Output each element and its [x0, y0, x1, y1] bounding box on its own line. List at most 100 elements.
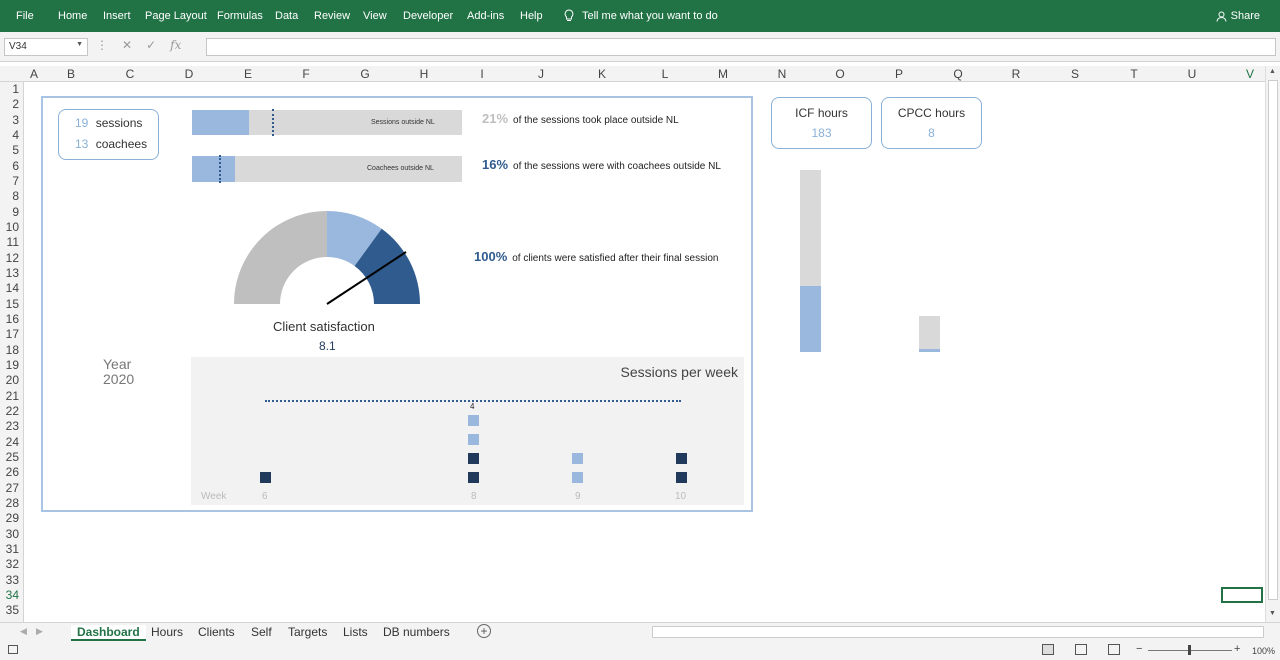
- row-header[interactable]: 29: [6, 511, 19, 525]
- scroll-thumb[interactable]: [1268, 80, 1278, 600]
- row-header[interactable]: 1: [12, 82, 19, 96]
- row-header[interactable]: 23: [6, 419, 19, 433]
- row-header[interactable]: 33: [6, 573, 19, 587]
- ribbon-tab-developer[interactable]: Developer: [403, 10, 453, 22]
- zoom-slider-thumb[interactable]: [1188, 645, 1191, 655]
- row-header[interactable]: 8: [12, 189, 19, 203]
- name-box[interactable]: V34 ▼: [4, 38, 88, 56]
- enter-icon[interactable]: ✓: [146, 38, 156, 52]
- formula-input[interactable]: [206, 38, 1276, 56]
- col-header[interactable]: R: [1012, 67, 1021, 81]
- tell-me-search[interactable]: Tell me what you want to do: [564, 9, 718, 22]
- row-header[interactable]: 16: [6, 312, 19, 326]
- row-header[interactable]: 14: [6, 281, 19, 295]
- col-header[interactable]: T: [1130, 67, 1137, 81]
- col-header[interactable]: L: [662, 67, 669, 81]
- row-header[interactable]: 4: [12, 128, 19, 142]
- col-header[interactable]: A: [30, 67, 38, 81]
- col-header[interactable]: E: [244, 67, 252, 81]
- ribbon-tab-page-layout[interactable]: Page Layout: [145, 10, 207, 22]
- tab-targets[interactable]: Targets: [288, 625, 327, 639]
- ribbon-tab-data[interactable]: Data: [275, 10, 298, 22]
- ribbon-tab-review[interactable]: Review: [314, 10, 350, 22]
- col-header[interactable]: J: [538, 67, 544, 81]
- row-header[interactable]: 2: [12, 97, 19, 111]
- tab-dashboard[interactable]: Dashboard: [71, 625, 146, 641]
- row-header[interactable]: 25: [6, 450, 19, 464]
- row-header[interactable]: 19: [6, 358, 19, 372]
- row-header[interactable]: 17: [6, 327, 19, 341]
- col-header[interactable]: C: [126, 67, 135, 81]
- row-header-selected[interactable]: 34: [6, 588, 19, 602]
- row-header[interactable]: 3: [12, 113, 19, 127]
- row-header[interactable]: 32: [6, 557, 19, 571]
- ribbon-tab-add-ins[interactable]: Add-ins: [467, 10, 504, 22]
- row-header[interactable]: 31: [6, 542, 19, 556]
- tab-db-numbers[interactable]: DB numbers: [383, 625, 450, 639]
- zoom-in-button[interactable]: +: [1234, 643, 1240, 655]
- col-header[interactable]: U: [1188, 67, 1197, 81]
- ribbon-tab-formulas[interactable]: Formulas: [217, 10, 263, 22]
- selected-cell[interactable]: [1221, 587, 1263, 603]
- tab-hours[interactable]: Hours: [151, 625, 183, 639]
- tab-scroll-left-icon[interactable]: ◀: [20, 626, 27, 637]
- col-header[interactable]: O: [835, 67, 844, 81]
- share-button[interactable]: Share: [1216, 10, 1260, 22]
- zoom-level[interactable]: 100%: [1252, 646, 1275, 656]
- tab-self[interactable]: Self: [251, 625, 272, 639]
- row-header[interactable]: 13: [6, 266, 19, 280]
- col-header[interactable]: S: [1071, 67, 1079, 81]
- zoom-out-button[interactable]: −: [1136, 643, 1142, 655]
- row-header[interactable]: 22: [6, 404, 19, 418]
- row-header[interactable]: 9: [12, 205, 19, 219]
- scroll-down-icon[interactable]: ▼: [1269, 610, 1276, 617]
- col-header[interactable]: Q: [953, 67, 962, 81]
- cancel-icon[interactable]: ✕: [122, 38, 132, 52]
- row-header[interactable]: 10: [6, 220, 19, 234]
- ribbon-tab-home[interactable]: Home: [58, 10, 87, 22]
- page-layout-view-icon[interactable]: [1075, 644, 1087, 655]
- row-header[interactable]: 30: [6, 527, 19, 541]
- tab-clients[interactable]: Clients: [198, 625, 235, 639]
- add-sheet-icon[interactable]: +: [477, 624, 491, 638]
- col-header-selected[interactable]: V: [1246, 67, 1254, 81]
- col-header[interactable]: F: [302, 67, 309, 81]
- col-header[interactable]: N: [778, 67, 787, 81]
- normal-view-icon[interactable]: [1042, 644, 1054, 655]
- row-header[interactable]: 21: [6, 389, 19, 403]
- col-header[interactable]: D: [185, 67, 194, 81]
- ribbon-tab-help[interactable]: Help: [520, 10, 543, 22]
- tab-lists[interactable]: Lists: [343, 625, 368, 639]
- row-header[interactable]: 24: [6, 435, 19, 449]
- col-header[interactable]: B: [67, 67, 75, 81]
- row-header[interactable]: 12: [6, 251, 19, 265]
- row-header[interactable]: 15: [6, 297, 19, 311]
- chevron-down-icon[interactable]: ▼: [76, 41, 83, 48]
- row-header[interactable]: 27: [6, 481, 19, 495]
- col-header[interactable]: K: [598, 67, 606, 81]
- ribbon-tab-view[interactable]: View: [363, 10, 387, 22]
- row-header[interactable]: 28: [6, 496, 19, 510]
- insert-function-icon[interactable]: fx: [170, 38, 181, 52]
- ribbon-tab-insert[interactable]: Insert: [103, 10, 131, 22]
- row-header[interactable]: 6: [12, 159, 19, 173]
- macro-record-icon[interactable]: [8, 645, 18, 654]
- horizontal-scrollbar[interactable]: [652, 626, 1264, 638]
- tab-scroll-right-icon[interactable]: ▶: [36, 626, 43, 637]
- col-header[interactable]: M: [718, 67, 728, 81]
- col-header[interactable]: H: [420, 67, 429, 81]
- vertical-scrollbar[interactable]: ▲ ▼: [1265, 66, 1280, 622]
- row-header[interactable]: 26: [6, 465, 19, 479]
- row-header[interactable]: 35: [6, 603, 19, 617]
- col-header[interactable]: P: [895, 67, 903, 81]
- page-break-view-icon[interactable]: [1108, 644, 1120, 655]
- row-header[interactable]: 20: [6, 373, 19, 387]
- col-header[interactable]: I: [480, 67, 483, 81]
- row-header[interactable]: 5: [12, 143, 19, 157]
- col-header[interactable]: G: [360, 67, 369, 81]
- row-header[interactable]: 7: [12, 174, 19, 188]
- ribbon-tab-file[interactable]: File: [16, 10, 34, 22]
- row-header[interactable]: 18: [6, 343, 19, 357]
- row-header[interactable]: 11: [7, 235, 19, 249]
- scroll-up-icon[interactable]: ▲: [1269, 68, 1276, 75]
